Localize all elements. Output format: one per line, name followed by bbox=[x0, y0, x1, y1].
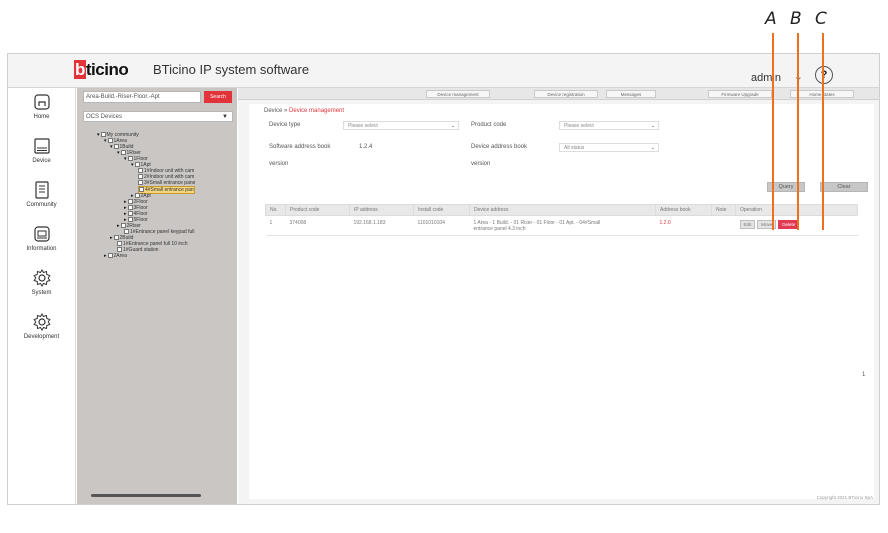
table-header-row: No. Product code IP address Install code… bbox=[265, 204, 858, 216]
col-header: Note bbox=[711, 204, 736, 216]
cell-no: 1 bbox=[265, 215, 286, 236]
product-code-select[interactable]: Please select ⌄ bbox=[559, 121, 659, 130]
device-address-book-label-2: version bbox=[471, 161, 491, 167]
devices-select[interactable]: OCS Devices ▼ bbox=[83, 111, 233, 122]
content-panel: Device » Device management Device type P… bbox=[249, 104, 874, 499]
annotation-line-a bbox=[772, 33, 774, 230]
bticino-logo: bticino bbox=[74, 60, 129, 79]
app-title: BTicino IP system software bbox=[153, 62, 310, 77]
cell-note bbox=[711, 215, 736, 236]
device-type-value: Please select bbox=[348, 123, 378, 129]
software-address-book-label: Software address book bbox=[269, 144, 331, 150]
chevron-down-icon: ⌄ bbox=[650, 145, 655, 151]
chevron-down-icon: ▼ bbox=[222, 114, 228, 120]
nav-community[interactable]: Community bbox=[8, 176, 75, 220]
nav-label: Community bbox=[26, 202, 57, 208]
information-icon bbox=[33, 226, 50, 242]
tabs-row: Device management Device registration Me… bbox=[238, 88, 879, 100]
software-address-book-label-2: version bbox=[269, 161, 289, 167]
app-window: bticino BTicino IP system software admin… bbox=[7, 53, 880, 505]
cell-ip-address: 192.168.1.183 bbox=[349, 215, 414, 236]
nav-label: Development bbox=[23, 334, 60, 340]
home-icon bbox=[33, 94, 50, 110]
tab-device-registration[interactable]: Device registration bbox=[534, 90, 598, 98]
left-nav: Home Device Community Information System… bbox=[8, 88, 76, 504]
top-bar: bticino BTicino IP system software admin… bbox=[8, 54, 879, 88]
col-header: IP address bbox=[349, 204, 414, 216]
device-tree-panel: Area-Build.-Riser-Floor.-Apt Search OCS … bbox=[77, 88, 241, 504]
tab-firmware-upgrade[interactable]: Firmware Upgrade bbox=[708, 90, 772, 98]
gear-icon bbox=[32, 269, 51, 287]
clear-button[interactable]: Clear bbox=[820, 182, 868, 192]
device-address-book-value: All status bbox=[564, 145, 585, 151]
col-header: Product code bbox=[285, 204, 350, 216]
product-code-value: Please select bbox=[564, 123, 594, 129]
breadcrumb-root[interactable]: Device bbox=[264, 108, 282, 114]
cell-install-code: 1101010104 bbox=[413, 215, 470, 236]
annotation-label-c: C bbox=[815, 9, 827, 29]
device-type-select[interactable]: Please select ⌄ bbox=[343, 121, 459, 130]
col-header: Address book bbox=[655, 204, 712, 216]
nav-label: Home bbox=[33, 114, 50, 120]
breadcrumb: Device » Device management bbox=[264, 108, 344, 114]
nav-home[interactable]: Home bbox=[8, 88, 75, 132]
devices-table: No. Product code IP address Install code… bbox=[265, 204, 858, 236]
device-icon bbox=[33, 138, 50, 154]
annotation-label-b: B bbox=[790, 9, 802, 29]
cell-address-book: 1.2.0 bbox=[655, 215, 712, 236]
pagination-current-page[interactable]: 1 bbox=[862, 372, 865, 378]
col-header: Install code bbox=[413, 204, 470, 216]
tab-messages[interactable]: Messages bbox=[606, 90, 656, 98]
nav-label: System bbox=[31, 290, 52, 296]
device-address-book-select[interactable]: All status ⌄ bbox=[559, 143, 659, 152]
cell-product-code: 374008 bbox=[285, 215, 350, 236]
device-address-line: entrance panel 4.3 inch bbox=[473, 226, 526, 232]
edit-button[interactable]: Edit bbox=[739, 220, 756, 229]
user-menu[interactable]: admin bbox=[751, 72, 781, 84]
annotation-label-a: A bbox=[765, 9, 777, 29]
community-icon bbox=[34, 181, 49, 199]
nav-device[interactable]: Device bbox=[8, 132, 75, 176]
tree-node[interactable]: ▸ 2Area bbox=[104, 253, 127, 259]
nav-system[interactable]: System bbox=[8, 264, 75, 308]
device-address-book-label: Device address book bbox=[471, 144, 528, 150]
table-row: 1 374008 192.168.1.183 1101010104 1 Area… bbox=[265, 215, 858, 236]
breadcrumb-current: Device management bbox=[289, 108, 345, 114]
main-area: Device management Device registration Me… bbox=[238, 88, 879, 504]
horizontal-scrollbar[interactable] bbox=[91, 494, 201, 497]
copyright: Copyright 2021 BTicino SpA bbox=[816, 495, 873, 500]
annotation-line-b bbox=[797, 33, 799, 230]
cell-device-address: 1 Area - 1 Build. - 01 Riser - 01 Floor … bbox=[469, 215, 656, 236]
search-button[interactable]: Search bbox=[204, 91, 232, 103]
area-filter-input[interactable]: Area-Build.-Riser-Floor.-Apt bbox=[83, 91, 201, 103]
device-type-label: Device type bbox=[269, 122, 301, 128]
nav-development[interactable]: Development bbox=[8, 308, 75, 352]
help-icon[interactable]: ? bbox=[815, 66, 833, 84]
tree-node[interactable]: 1#Entrance panel keypad full bbox=[124, 229, 195, 235]
gear-icon bbox=[32, 313, 51, 331]
product-code-label: Product code bbox=[471, 122, 507, 128]
nav-label: Information bbox=[26, 246, 57, 252]
devices-select-value: OCS Devices bbox=[86, 114, 123, 120]
breadcrumb-separator: » bbox=[284, 108, 288, 114]
col-header: Device address bbox=[469, 204, 656, 216]
nav-information[interactable]: Information bbox=[8, 220, 75, 264]
annotation-line-c bbox=[822, 33, 824, 230]
nav-label: Device bbox=[32, 158, 51, 164]
col-header: No. bbox=[265, 204, 286, 216]
chevron-down-icon: ⌄ bbox=[450, 123, 455, 129]
software-address-book-value: 1.2.4 bbox=[359, 144, 373, 150]
tab-device-management[interactable]: Device management bbox=[426, 90, 490, 98]
chevron-down-icon: ⌄ bbox=[650, 123, 655, 129]
